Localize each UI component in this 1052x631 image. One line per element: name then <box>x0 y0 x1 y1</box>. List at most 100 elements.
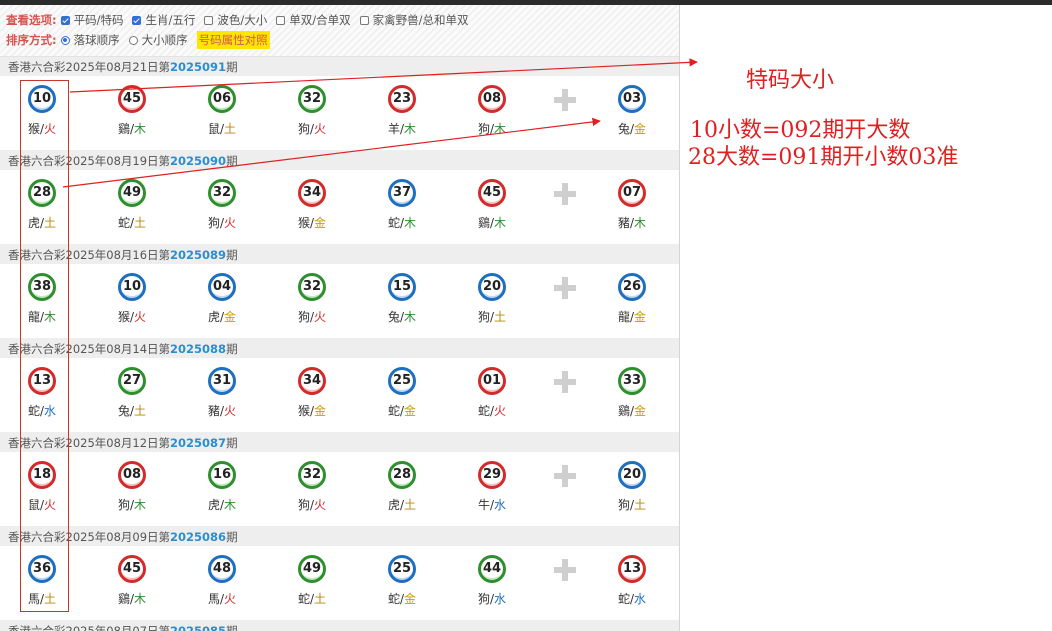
zodiac-element-label: 蛇/火 <box>462 402 522 419</box>
zodiac-element-label: 虎/金 <box>192 308 252 325</box>
regular-number-cell: 29 牛/水 <box>462 452 522 526</box>
view-option-3[interactable]: 单双/合单双 <box>276 12 351 28</box>
number-ball: 32 <box>298 85 326 113</box>
element: 木 <box>134 122 147 136</box>
zodiac-element-label: 豬/木 <box>602 214 662 231</box>
plus-separator <box>534 264 594 338</box>
period-number[interactable]: 2025085 <box>170 624 226 631</box>
zodiac-element-label: 狗/火 <box>282 308 342 325</box>
sort-option-0[interactable]: 落球顺序 <box>60 32 120 48</box>
zodiac-element-label: 狗/火 <box>192 214 252 231</box>
options-bar: 查看选项: 平码/特码 生肖/五行 波色/大小 单双/合单双 家禽野兽/总和单双 排序方… <box>0 5 679 57</box>
lottery-name: 香港六合彩 <box>8 59 66 74</box>
zodiac: 狗 <box>477 592 490 606</box>
element: 木 <box>134 498 147 512</box>
plus-icon <box>554 277 576 299</box>
checkbox[interactable] <box>60 15 70 25</box>
period-prefix: 第 <box>158 153 171 168</box>
element: 火 <box>314 498 327 512</box>
zodiac-element-label: 鼠/火 <box>12 496 72 513</box>
zodiac: 猴 <box>297 216 310 230</box>
draw-header: 香港六合彩 2025年08月21日 第 2025091 期 <box>0 57 679 76</box>
radio-button[interactable] <box>128 35 138 45</box>
element: 木 <box>404 216 417 230</box>
element: 金 <box>314 404 327 418</box>
regular-number-cell: 18 鼠/火 <box>12 452 72 526</box>
element: 土 <box>134 216 147 230</box>
balls-row: 38 龍/木 10 猴/火 04 虎/金 32 狗/火 15 兔/木 20 狗/土 26 龍/金 <box>0 264 679 339</box>
period-number[interactable]: 2025086 <box>170 530 226 544</box>
element: 火 <box>44 122 57 136</box>
view-option-label: 波色/大小 <box>217 13 268 27</box>
regular-number-cell: 32 狗/火 <box>282 452 342 526</box>
number-ball: 29 <box>478 461 506 489</box>
view-option-2[interactable]: 波色/大小 <box>204 12 267 28</box>
regular-number-cell: 25 蛇/金 <box>372 546 432 620</box>
element: 金 <box>634 122 647 136</box>
checkbox[interactable] <box>359 15 369 25</box>
zodiac: 猴 <box>117 310 130 324</box>
period-number[interactable]: 2025089 <box>170 248 226 262</box>
zodiac: 蛇 <box>27 404 40 418</box>
element: 金 <box>404 592 417 606</box>
zodiac-element-label: 兔/金 <box>602 120 662 137</box>
view-option-0[interactable]: 平码/特码 <box>60 12 123 28</box>
element: 木 <box>494 216 507 230</box>
annotation-line-2: 28大数=091期开小数03准 <box>688 145 959 170</box>
period-number[interactable]: 2025090 <box>170 154 226 168</box>
regular-number-cell: 13 蛇/水 <box>12 358 72 432</box>
number-ball: 34 <box>298 179 326 207</box>
balls-row: 13 蛇/水 27 兔/土 31 豬/火 34 猴/金 25 蛇/金 01 蛇/火 33 鷄/金 <box>0 358 679 433</box>
special-number-cell: 03 兔/金 <box>602 76 662 150</box>
number-ball: 37 <box>388 179 416 207</box>
zodiac: 鷄 <box>477 216 490 230</box>
period-number[interactable]: 2025091 <box>170 60 226 74</box>
zodiac: 虎 <box>27 216 40 230</box>
element: 火 <box>224 592 237 606</box>
zodiac-element-label: 蛇/金 <box>372 590 432 607</box>
element: 木 <box>134 592 147 606</box>
special-number-cell: 20 狗/土 <box>602 452 662 526</box>
compare-attributes-link[interactable]: 号码属性对照 <box>196 31 270 49</box>
regular-number-cell: 34 猴/金 <box>282 170 342 244</box>
regular-number-cell: 31 豬/火 <box>192 358 252 432</box>
regular-number-cell: 20 狗/土 <box>462 264 522 338</box>
period-number[interactable]: 2025087 <box>170 436 226 450</box>
radio-button[interactable] <box>60 35 70 45</box>
number-ball: 34 <box>298 367 326 395</box>
checkbox[interactable] <box>276 15 286 25</box>
zodiac: 馬 <box>207 592 220 606</box>
zodiac-element-label: 狗/水 <box>462 590 522 607</box>
draw-header: 香港六合彩 2025年08月19日 第 2025090 期 <box>0 151 679 170</box>
checkbox[interactable] <box>132 15 142 25</box>
element: 木 <box>404 122 417 136</box>
element: 水 <box>494 592 507 606</box>
sort-options-row: 排序方式: 落球顺序 大小顺序 号码属性对照 <box>6 30 679 50</box>
zodiac: 蛇 <box>387 592 400 606</box>
number-ball: 13 <box>28 367 56 395</box>
element: 金 <box>404 404 417 418</box>
zodiac-element-label: 蛇/木 <box>372 214 432 231</box>
zodiac-element-label: 猴/火 <box>102 308 162 325</box>
zodiac: 鷄 <box>617 404 630 418</box>
regular-number-cell: 28 虎/土 <box>372 452 432 526</box>
number-ball: 18 <box>28 461 56 489</box>
sort-option-1[interactable]: 大小顺序 <box>128 32 188 48</box>
zodiac: 兔 <box>617 122 630 136</box>
draw-date: 2025年08月09日 <box>65 529 159 544</box>
view-option-1[interactable]: 生肖/五行 <box>132 12 195 28</box>
view-option-4[interactable]: 家禽野兽/总和单双 <box>359 12 468 28</box>
checkbox[interactable] <box>204 15 214 25</box>
plus-icon <box>554 371 576 393</box>
regular-number-cell: 45 鷄/木 <box>102 76 162 150</box>
balls-row: 18 鼠/火 08 狗/木 16 虎/木 32 狗/火 28 虎/土 29 牛/水 20 狗/土 <box>0 452 679 527</box>
period-number[interactable]: 2025088 <box>170 342 226 356</box>
balls-row: 28 虎/土 49 蛇/土 32 狗/火 34 猴/金 37 蛇/木 45 鷄/木 07 豬/木 <box>0 170 679 245</box>
zodiac: 牛 <box>477 498 490 512</box>
zodiac: 狗 <box>477 310 490 324</box>
element: 木 <box>224 498 237 512</box>
element: 金 <box>314 216 327 230</box>
element: 土 <box>314 592 327 606</box>
zodiac-element-label: 虎/木 <box>192 496 252 513</box>
zodiac-element-label: 虎/土 <box>372 496 432 513</box>
